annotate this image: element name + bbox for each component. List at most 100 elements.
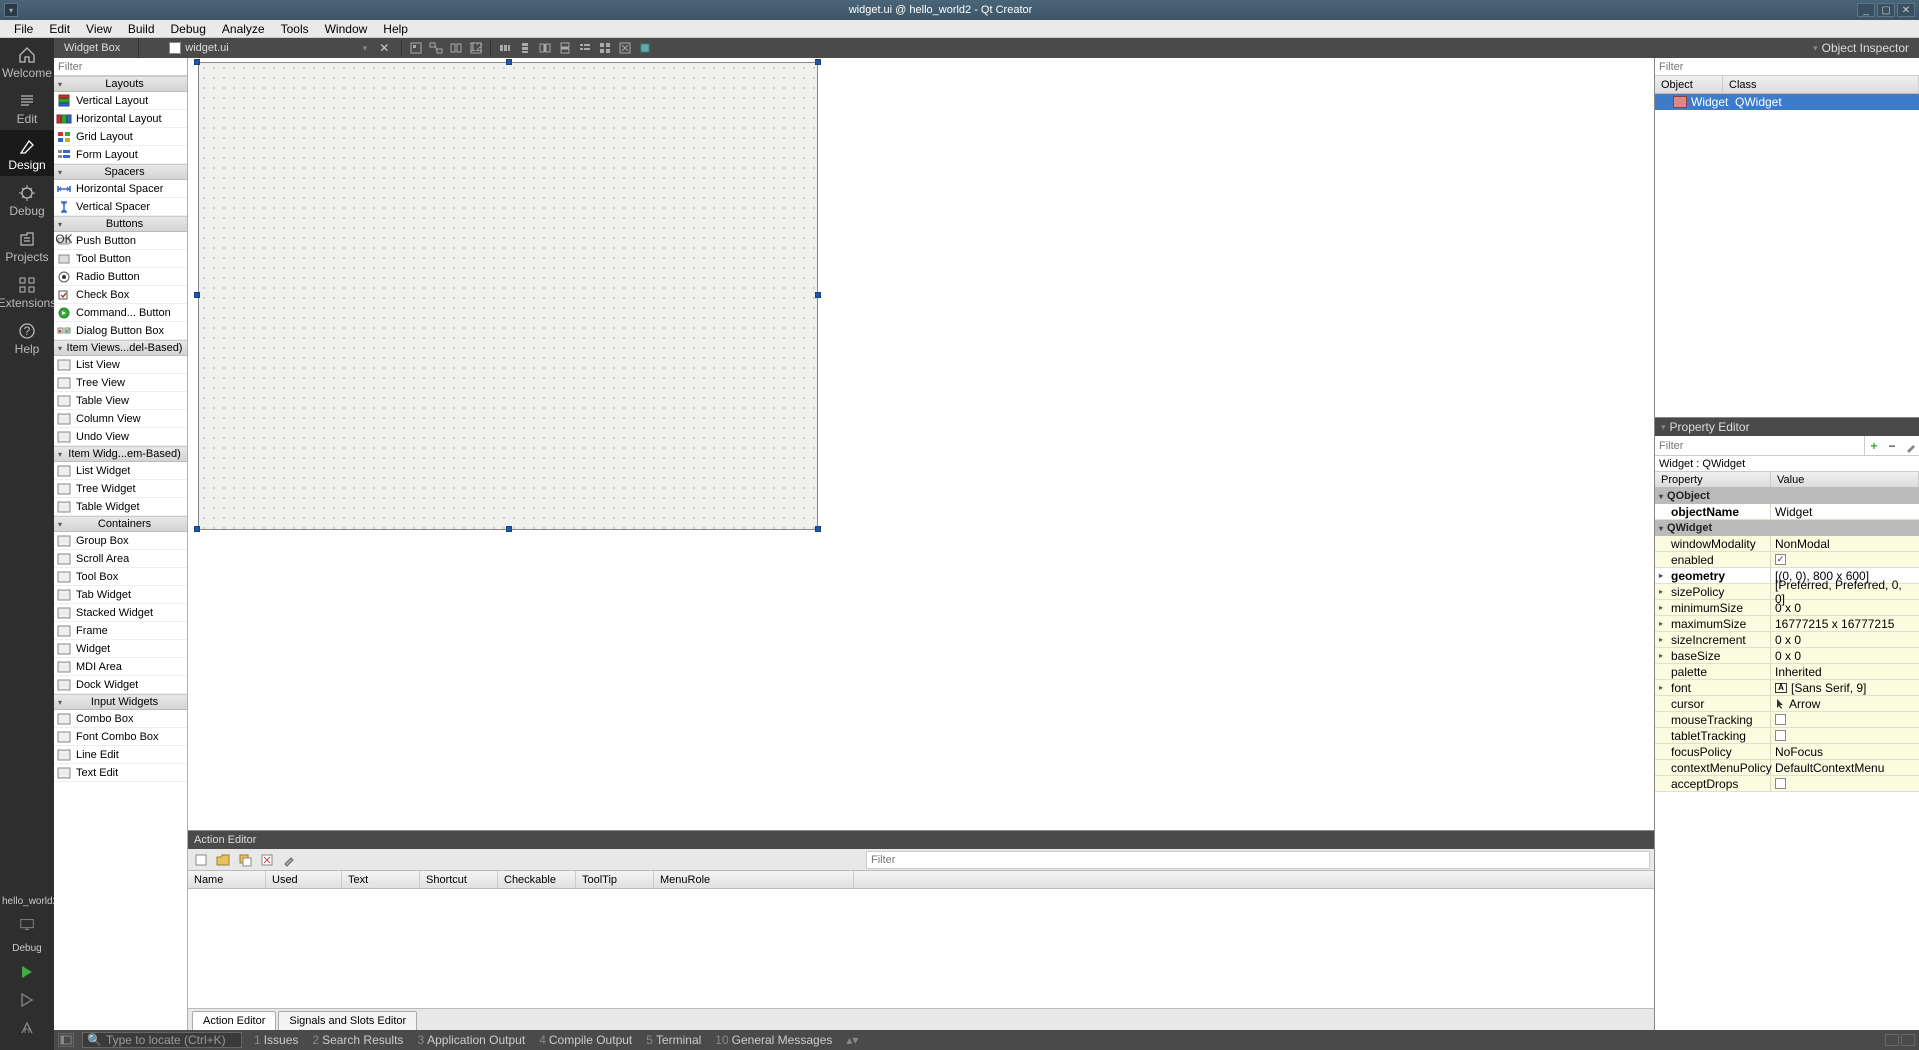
widget-item[interactable]: Text Edit xyxy=(54,764,187,782)
break-layout-button[interactable] xyxy=(616,39,634,57)
widget-category[interactable]: ▾Input Widgets xyxy=(54,694,187,710)
property-value[interactable] xyxy=(1771,776,1919,791)
property-row[interactable]: maximumSize16777215 x 16777215 xyxy=(1655,616,1919,632)
layout-horizontal-button[interactable] xyxy=(496,39,514,57)
layout-grid-button[interactable] xyxy=(596,39,614,57)
output-pane-compile-output[interactable]: 4Compile Output xyxy=(539,1033,632,1047)
property-row[interactable]: sizePolicy[Preferred, Preferred, 0, 0] xyxy=(1655,584,1919,600)
widget-item[interactable]: Table Widget xyxy=(54,498,187,516)
widget-item[interactable]: Horizontal Spacer xyxy=(54,180,187,198)
action-editor-body[interactable] xyxy=(188,889,1654,1008)
ae-column-header[interactable]: Used xyxy=(266,871,342,888)
resize-handle[interactable] xyxy=(194,59,200,65)
property-value[interactable]: A[Sans Serif, 9] xyxy=(1771,680,1919,695)
checkbox-icon[interactable]: ✓ xyxy=(1775,554,1786,565)
property-value[interactable]: 0 x 0 xyxy=(1771,632,1919,647)
property-value[interactable]: [Preferred, Preferred, 0, 0] xyxy=(1771,584,1919,599)
property-editor-filter[interactable] xyxy=(1655,436,1865,455)
menu-tools[interactable]: Tools xyxy=(273,22,317,36)
widget-item[interactable]: List View xyxy=(54,356,187,374)
mode-help[interactable]: ? Help xyxy=(0,314,54,360)
mode-welcome[interactable]: Welcome xyxy=(0,38,54,84)
add-property-button[interactable]: + xyxy=(1865,437,1883,455)
checkbox-icon[interactable] xyxy=(1775,714,1786,725)
adjust-size-button[interactable] xyxy=(636,39,654,57)
widget-item[interactable]: Undo View xyxy=(54,428,187,446)
ae-column-header[interactable]: Checkable xyxy=(498,871,576,888)
toggle-sidebar-button[interactable] xyxy=(58,1033,74,1047)
action-editor-filter[interactable] xyxy=(866,851,1650,869)
open-action-button[interactable] xyxy=(214,851,232,869)
property-row[interactable]: contextMenuPolicyDefaultContextMenu xyxy=(1655,760,1919,776)
output-pane-terminal[interactable]: 5Terminal xyxy=(646,1033,701,1047)
close-file-button[interactable]: ✕ xyxy=(379,41,389,55)
property-value[interactable]: ✓ xyxy=(1771,552,1919,567)
property-settings-button[interactable] xyxy=(1901,437,1919,455)
checkbox-icon[interactable] xyxy=(1775,778,1786,789)
property-row[interactable]: windowModalityNonModal xyxy=(1655,536,1919,552)
property-value[interactable]: Arrow xyxy=(1771,696,1919,711)
resize-handle[interactable] xyxy=(815,59,821,65)
widget-item[interactable]: Command... Button xyxy=(54,304,187,322)
form-widget[interactable] xyxy=(198,62,818,530)
output-pane-search-results[interactable]: 2Search Results xyxy=(312,1033,403,1047)
resize-handle[interactable] xyxy=(194,526,200,532)
mode-projects[interactable]: Projects xyxy=(0,222,54,268)
property-value[interactable]: 0 x 0 xyxy=(1771,648,1919,663)
new-action-button[interactable] xyxy=(192,851,210,869)
property-value[interactable]: Widget xyxy=(1771,504,1919,519)
widget-item[interactable]: Radio Button xyxy=(54,268,187,286)
widget-item[interactable]: Horizontal Layout xyxy=(54,110,187,128)
widget-category[interactable]: ▾Item Widg...em-Based) xyxy=(54,446,187,462)
ae-column-header[interactable]: Shortcut xyxy=(420,871,498,888)
widget-item[interactable]: OKPush Button xyxy=(54,232,187,250)
resize-handle[interactable] xyxy=(194,292,200,298)
maximize-button[interactable]: ▢ xyxy=(1877,3,1895,17)
property-value[interactable]: NonModal xyxy=(1771,536,1919,551)
menu-edit[interactable]: Edit xyxy=(41,22,78,36)
property-row[interactable]: sizeIncrement0 x 0 xyxy=(1655,632,1919,648)
edit-buddies-button[interactable] xyxy=(447,39,465,57)
widget-item[interactable]: Widget xyxy=(54,640,187,658)
minimize-button[interactable]: _ xyxy=(1857,3,1875,17)
menu-help[interactable]: Help xyxy=(375,22,416,36)
widget-item[interactable]: Tool Button xyxy=(54,250,187,268)
property-row[interactable]: minimumSize0 x 0 xyxy=(1655,600,1919,616)
edit-signals-button[interactable] xyxy=(427,39,445,57)
resize-handle[interactable] xyxy=(815,292,821,298)
form-canvas[interactable] xyxy=(188,58,1654,830)
output-pane-application-output[interactable]: 3Application Output xyxy=(417,1033,525,1047)
delete-action-button[interactable] xyxy=(258,851,276,869)
widget-item[interactable]: Tab Widget xyxy=(54,586,187,604)
pe-col-value[interactable]: Value xyxy=(1771,472,1919,487)
widget-category[interactable]: ▾Containers xyxy=(54,516,187,532)
property-row[interactable]: focusPolicyNoFocus xyxy=(1655,744,1919,760)
widget-item[interactable]: Column View xyxy=(54,410,187,428)
property-row[interactable]: paletteInherited xyxy=(1655,664,1919,680)
layout-form-button[interactable] xyxy=(576,39,594,57)
widget-item[interactable]: Check Box xyxy=(54,286,187,304)
remove-property-button[interactable]: − xyxy=(1883,437,1901,455)
property-value[interactable]: NoFocus xyxy=(1771,744,1919,759)
widget-item[interactable]: Group Box xyxy=(54,532,187,550)
menu-build[interactable]: Build xyxy=(120,22,163,36)
menu-debug[interactable]: Debug xyxy=(163,22,214,36)
layout-vertical-button[interactable] xyxy=(516,39,534,57)
oi-col-object[interactable]: Object xyxy=(1655,76,1723,93)
object-inspector-body[interactable] xyxy=(1655,110,1919,417)
widget-item[interactable]: Scroll Area xyxy=(54,550,187,568)
property-row[interactable]: objectNameWidget xyxy=(1655,504,1919,520)
widget-item[interactable]: MDI Area xyxy=(54,658,187,676)
mode-design[interactable]: Design xyxy=(0,130,54,176)
oi-col-class[interactable]: Class xyxy=(1723,76,1919,93)
widget-category[interactable]: ▾Buttons xyxy=(54,216,187,232)
ae-column-header[interactable]: Text xyxy=(342,871,420,888)
output-pane-general-messages[interactable]: 10General Messages xyxy=(715,1033,832,1047)
property-value[interactable]: Inherited xyxy=(1771,664,1919,679)
close-button[interactable]: ✕ xyxy=(1897,3,1915,17)
property-row[interactable]: enabled✓ xyxy=(1655,552,1919,568)
property-value[interactable]: 0 x 0 xyxy=(1771,600,1919,615)
property-row[interactable]: mouseTracking xyxy=(1655,712,1919,728)
resize-handle[interactable] xyxy=(815,526,821,532)
widget-item[interactable]: Tool Box xyxy=(54,568,187,586)
